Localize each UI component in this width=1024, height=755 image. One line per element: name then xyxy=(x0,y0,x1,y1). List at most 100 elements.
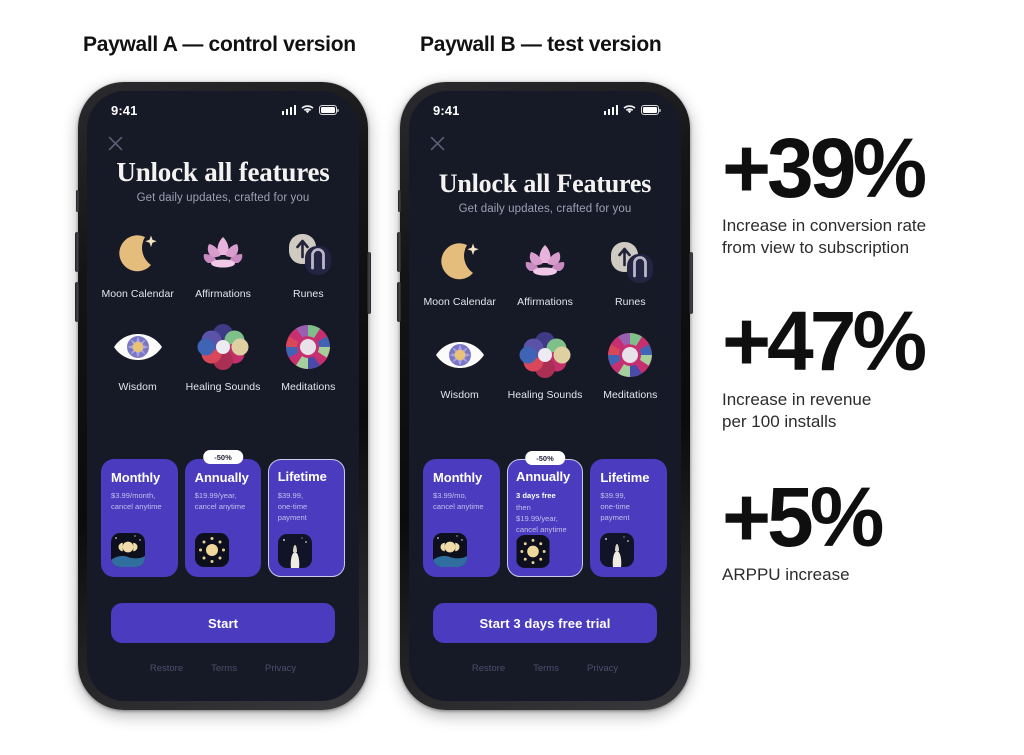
results-stats: +39% Increase in conversion rate from vi… xyxy=(722,121,1017,622)
paywall-a-caption: Paywall A — control version xyxy=(83,33,356,56)
moon-crescent-icon xyxy=(433,235,487,289)
stat-value: +39% xyxy=(722,121,927,215)
paywall-subtitle: Get daily updates, crafted for you xyxy=(458,203,632,215)
lotus-flower-icon xyxy=(518,235,572,289)
volume-down-button[interactable] xyxy=(397,282,401,322)
privacy-link[interactable]: Privacy xyxy=(265,663,296,674)
plans-row: Monthly $3.99/mo, cancel anytime -50% An… xyxy=(423,451,667,577)
status-time: 9:41 xyxy=(111,102,138,118)
plan-description: $19.99/year, cancel anytime xyxy=(194,491,246,512)
plan-card-monthly[interactable]: Monthly $3.99/month, cancel anytime xyxy=(101,459,178,577)
plan-description: $39.99, one-time payment xyxy=(277,490,308,522)
cta-button[interactable]: Start xyxy=(111,603,335,643)
paywall-title: Unlock all Features xyxy=(438,169,652,198)
feature-item: Meditations xyxy=(266,320,351,393)
feature-item: Affirmations xyxy=(180,227,265,300)
stat-value: +5% xyxy=(722,469,884,564)
legal-links: Restore Terms Privacy xyxy=(87,663,359,674)
feature-item: Healing Sounds xyxy=(502,328,587,401)
privacy-link[interactable]: Privacy xyxy=(587,663,618,674)
feature-item: Moon Calendar xyxy=(95,227,180,300)
runes-stones-icon xyxy=(603,235,657,289)
eye-wisdom-icon xyxy=(111,320,165,374)
stat-conversion-rate: +39% Increase in conversion rate from vi… xyxy=(722,121,1017,259)
healing-flower-icon xyxy=(518,328,572,382)
feature-label: Affirmations xyxy=(517,296,573,308)
feature-label: Meditations xyxy=(603,389,658,401)
restore-link[interactable]: Restore xyxy=(150,663,183,674)
plan-card-monthly[interactable]: Monthly $3.99/mo, cancel anytime xyxy=(423,459,500,577)
battery-icon xyxy=(641,105,661,115)
close-icon[interactable] xyxy=(107,135,124,152)
lotus-flower-icon xyxy=(196,227,250,281)
silent-switch[interactable] xyxy=(398,190,401,212)
feature-item: Wisdom xyxy=(95,320,180,393)
paywall-title: Unlock all features xyxy=(116,157,330,187)
plans-row: Monthly $3.99/month, cancel anytime -50%… xyxy=(101,450,345,577)
plan-description: $3.99/mo, cancel anytime xyxy=(433,491,484,512)
discount-badge: -50% xyxy=(525,451,565,465)
volume-up-button[interactable] xyxy=(397,232,401,272)
feature-label: Wisdom xyxy=(440,389,479,401)
feature-item: Moon Calendar xyxy=(417,235,502,308)
feature-label: Moon Calendar xyxy=(101,288,174,300)
trial-highlight: 3 days free xyxy=(516,490,556,500)
feature-item: Meditations xyxy=(588,328,673,401)
legal-links: Restore Terms Privacy xyxy=(409,663,681,674)
volume-up-button[interactable] xyxy=(75,232,79,272)
feature-item: Runes xyxy=(266,227,351,300)
paywall-b-caption: Paywall B — test version xyxy=(420,33,662,56)
power-button[interactable] xyxy=(689,252,693,314)
crystal-hand-art xyxy=(277,533,312,568)
feature-item: Runes xyxy=(588,235,673,308)
cta-button[interactable]: Start 3 days free trial xyxy=(433,603,657,643)
runes-stones-icon xyxy=(281,227,335,281)
feature-item: Affirmations xyxy=(502,235,587,308)
phone-mockup-paywall-a: 9:41 Unlock all features Get daily updat… xyxy=(75,82,371,710)
plan-card-annually[interactable]: -50% Annually $19.99/year, cancel anytim… xyxy=(184,450,262,577)
feature-label: Runes xyxy=(293,288,324,300)
close-icon[interactable] xyxy=(429,135,446,152)
volume-down-button[interactable] xyxy=(75,282,79,322)
paywall-subtitle: Get daily updates, crafted for you xyxy=(136,192,310,204)
stat-description: ARPPU increase xyxy=(722,565,850,585)
feature-item: Healing Sounds xyxy=(180,320,265,393)
signal-bars-icon xyxy=(603,105,618,115)
paywall-b-screen: 9:41 Unlock all Features Get daily updat… xyxy=(409,91,681,701)
silent-switch[interactable] xyxy=(76,190,79,212)
status-time: 9:41 xyxy=(433,102,460,118)
status-bar: 9:41 xyxy=(409,91,681,125)
plan-card-annually[interactable]: -50% Annually 3 days free then $19.99/ye… xyxy=(506,451,584,577)
sun-zodiac-art xyxy=(516,534,550,568)
plan-name: Lifetime xyxy=(600,470,650,485)
plan-description: $3.99/month, cancel anytime xyxy=(111,491,162,512)
restore-link[interactable]: Restore xyxy=(472,663,505,674)
plan-name: Annually xyxy=(194,470,249,485)
wifi-icon xyxy=(301,101,314,119)
feature-label: Affirmations xyxy=(195,288,251,300)
feature-label: Runes xyxy=(615,296,646,308)
plan-name: Lifetime xyxy=(277,469,327,485)
stat-value: +47% xyxy=(722,294,927,389)
wifi-icon xyxy=(623,101,636,119)
healing-flower-icon xyxy=(196,320,250,374)
features-grid: Moon Calendar Affirmations Runes Wisdom … xyxy=(95,227,351,393)
signal-bars-icon xyxy=(281,105,296,115)
feature-label: Meditations xyxy=(281,381,336,393)
meditation-mandala-icon xyxy=(281,320,335,374)
plan-card-lifetime[interactable]: Lifetime $39.99, one-time payment xyxy=(590,459,667,577)
moon-crescent-icon xyxy=(111,227,165,281)
plan-card-lifetime[interactable]: Lifetime $39.99, one-time payment xyxy=(268,459,345,577)
terms-link[interactable]: Terms xyxy=(533,663,559,674)
stat-arppu: +5% ARPPU increase xyxy=(722,469,1017,586)
eye-wisdom-icon xyxy=(433,328,487,382)
stat-description: Increase in conversion rate from view to… xyxy=(722,216,927,258)
feature-label: Wisdom xyxy=(118,381,157,393)
plan-name: Monthly xyxy=(111,470,161,485)
feature-label: Healing Sounds xyxy=(185,381,261,393)
feature-label: Moon Calendar xyxy=(423,296,496,308)
power-button[interactable] xyxy=(367,252,371,314)
terms-link[interactable]: Terms xyxy=(211,663,237,674)
status-bar: 9:41 xyxy=(87,91,359,125)
discount-badge: -50% xyxy=(203,450,243,464)
